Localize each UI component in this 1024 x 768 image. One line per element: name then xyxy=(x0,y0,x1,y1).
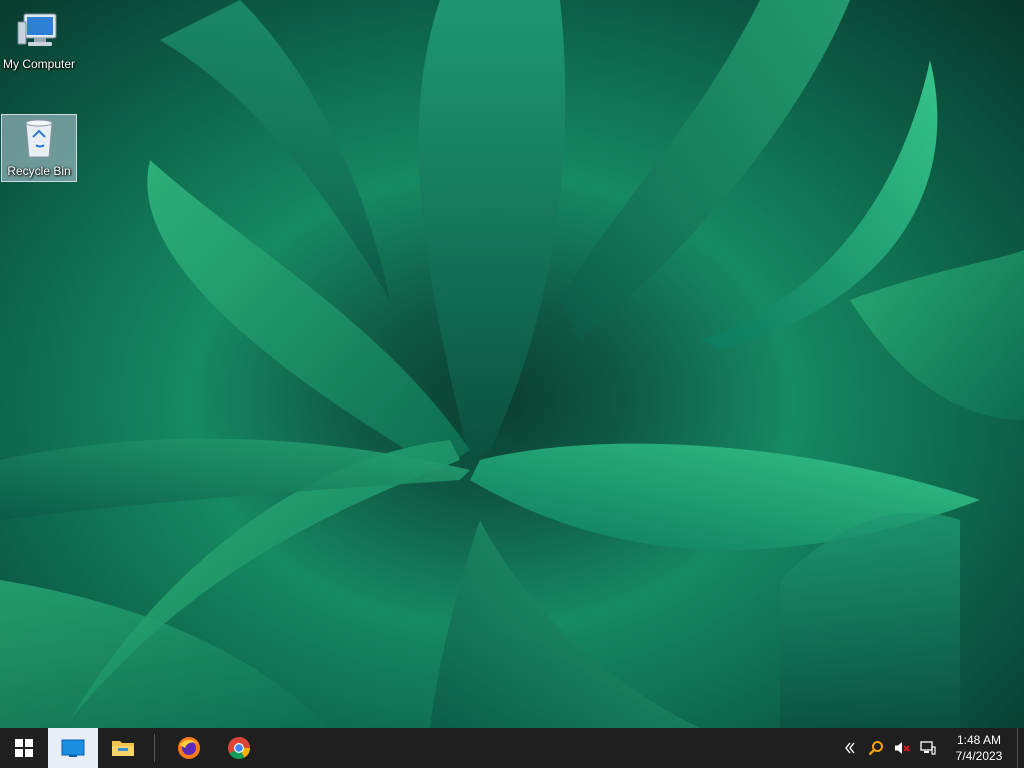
start-button[interactable] xyxy=(0,728,48,768)
firefox-button[interactable] xyxy=(167,728,211,768)
desktop[interactable]: My Computer Recycle Bin xyxy=(0,0,1024,728)
my-computer-desktop-icon[interactable]: My Computer xyxy=(1,8,77,71)
tray-search-button[interactable] xyxy=(863,728,889,768)
recycle-bin-label: Recycle Bin xyxy=(7,164,71,178)
firefox-icon xyxy=(178,737,200,759)
wallpaper-leaves-image xyxy=(0,0,1024,728)
show-hidden-icons-button[interactable] xyxy=(837,728,863,768)
network-icon xyxy=(920,741,936,755)
my-computer-label: My Computer xyxy=(2,57,76,71)
chevron-left-icon xyxy=(845,742,855,754)
show-desktop-button[interactable] xyxy=(1017,728,1024,768)
clock-time: 1:48 AM xyxy=(956,733,1002,747)
taskbar-separator xyxy=(154,734,155,762)
taskbar: 1:48 AM 7/4/2023 xyxy=(0,728,1024,768)
chrome-icon xyxy=(228,737,250,759)
taskbar-clock[interactable]: 1:48 AM 7/4/2023 xyxy=(941,728,1017,768)
network-button[interactable] xyxy=(915,728,941,768)
task-view-icon xyxy=(61,739,85,757)
windows-start-icon xyxy=(15,739,33,757)
system-tray: 1:48 AM 7/4/2023 xyxy=(837,728,1024,768)
volume-muted-icon xyxy=(895,742,910,754)
computer-icon xyxy=(17,13,57,46)
chrome-button[interactable] xyxy=(211,728,267,768)
recycle-bin-desktop-icon[interactable]: Recycle Bin xyxy=(1,114,77,182)
clock-date: 7/4/2023 xyxy=(955,749,1003,763)
recycle-bin-icon xyxy=(25,119,53,158)
volume-button[interactable] xyxy=(889,728,915,768)
file-explorer-button[interactable] xyxy=(98,728,148,768)
task-view-button[interactable] xyxy=(48,728,98,768)
file-explorer-icon xyxy=(112,741,134,756)
search-icon xyxy=(868,741,883,756)
